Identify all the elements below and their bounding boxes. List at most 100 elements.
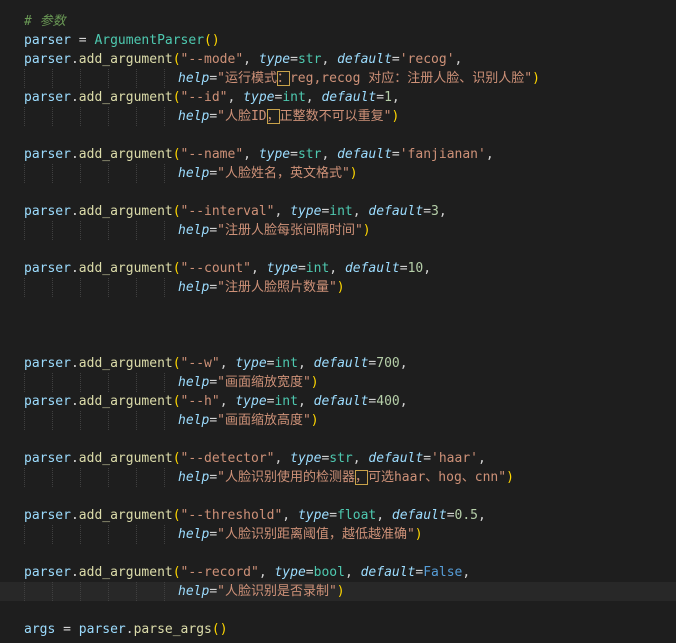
code-token: parser bbox=[78, 622, 126, 637]
code-line[interactable]: help="人脸ID，正整数不可以重复") bbox=[0, 107, 676, 126]
code-line[interactable]: parser.add_argument("--name", type=str, … bbox=[0, 145, 676, 164]
code-line[interactable]: help="人脸识别使用的检测器，可选haar、hog、cnn") bbox=[0, 468, 676, 487]
code-token: ( bbox=[172, 565, 181, 580]
code-token: 700 bbox=[376, 356, 400, 371]
indent-guide bbox=[164, 69, 165, 88]
code-token: , bbox=[297, 394, 314, 409]
code-line[interactable] bbox=[0, 430, 676, 449]
code-line[interactable] bbox=[0, 335, 676, 354]
code-line[interactable]: help="人脸识别距离阈值，越低越准确") bbox=[0, 525, 676, 544]
code-token: , bbox=[344, 565, 361, 580]
code-line[interactable] bbox=[0, 126, 676, 145]
code-token: type bbox=[274, 565, 306, 580]
code-token: = bbox=[70, 33, 95, 48]
code-token: = bbox=[423, 451, 432, 466]
indent-guide bbox=[80, 373, 81, 392]
code-line[interactable] bbox=[0, 316, 676, 335]
code-editor[interactable]: # 参数 parser = ArgumentParser() parser.add_… bbox=[0, 0, 676, 643]
code-token: , bbox=[399, 394, 408, 409]
code-text: parser.add_argument("--interval", type = i… bbox=[24, 202, 447, 221]
code-line[interactable]: parser = ArgumentParser() bbox=[0, 31, 676, 50]
code-token: , bbox=[305, 90, 322, 105]
indent-guide bbox=[136, 278, 137, 297]
code-line[interactable]: help="人脸识别是否录制") bbox=[0, 582, 676, 601]
indent-guide bbox=[164, 373, 165, 392]
code-token: help bbox=[178, 470, 210, 485]
code-line[interactable] bbox=[0, 544, 676, 563]
code-token: = bbox=[399, 261, 408, 276]
code-token: default bbox=[313, 356, 369, 371]
indent-guide bbox=[52, 468, 53, 487]
code-token: 可选haar、hog、cnn" bbox=[367, 470, 507, 485]
code-token: . bbox=[70, 261, 79, 276]
code-token: , bbox=[282, 508, 298, 523]
code-token: type bbox=[235, 394, 267, 409]
code-line[interactable]: args = parser.parse_args() bbox=[0, 620, 676, 639]
code-text: parser.add_argument("--mode", type=str, … bbox=[24, 50, 462, 69]
code-line[interactable]: parser.add_argument("--mode", type=str, … bbox=[0, 50, 676, 69]
code-token: , bbox=[227, 90, 244, 105]
code-line[interactable] bbox=[0, 601, 676, 620]
code-token: ( bbox=[172, 52, 181, 67]
code-line[interactable]: help="注册人脸每张间隔时间") bbox=[0, 221, 676, 240]
code-token: , bbox=[485, 147, 494, 162]
code-line[interactable]: help="注册人脸照片数量") bbox=[0, 278, 676, 297]
code-token: = bbox=[209, 413, 218, 428]
code-token: "人脸姓名，英文格式" bbox=[217, 166, 350, 181]
code-token: float bbox=[337, 508, 377, 523]
code-token: , bbox=[438, 204, 447, 219]
code-token: help bbox=[178, 413, 210, 428]
code-token: int bbox=[282, 90, 306, 105]
code-token: , bbox=[274, 451, 291, 466]
code-token: type bbox=[258, 147, 291, 162]
code-token: ) bbox=[506, 470, 514, 485]
code-token: ) bbox=[336, 584, 345, 599]
code-line[interactable]: parser.add_argument("--record", type=boo… bbox=[0, 563, 676, 582]
code-token: parse_args bbox=[133, 622, 212, 637]
code-token: "注册人脸照片数量" bbox=[217, 280, 337, 295]
code-line[interactable]: parser.add_argument("--id", type = int, de… bbox=[0, 88, 676, 107]
code-token: = bbox=[446, 508, 455, 523]
code-token: default bbox=[368, 204, 424, 219]
code-text: parser.add_argument("--id", type = int, de… bbox=[24, 88, 400, 107]
code-token: "--mode" bbox=[180, 52, 244, 67]
code-token: . bbox=[70, 52, 79, 67]
code-line[interactable] bbox=[0, 183, 676, 202]
indent-guide bbox=[24, 69, 25, 88]
code-token: default bbox=[337, 52, 392, 67]
indent-guide bbox=[80, 411, 81, 430]
code-line[interactable] bbox=[0, 240, 676, 259]
code-token: add_argument bbox=[78, 261, 173, 276]
indent-guide bbox=[24, 468, 25, 487]
code-token: str bbox=[329, 451, 353, 466]
code-line[interactable]: help="运行模式：reg,recog 对应：注册人脸、识别人脸") bbox=[0, 69, 676, 88]
code-token: = bbox=[423, 204, 432, 219]
indent-guide bbox=[24, 278, 25, 297]
code-token: help bbox=[178, 584, 210, 599]
code-token: reg,recog 对应：注册人脸、识别人脸" bbox=[289, 71, 533, 86]
code-line[interactable]: help="画面缩放宽度") bbox=[0, 373, 676, 392]
indent-guide bbox=[52, 69, 53, 88]
code-line[interactable] bbox=[0, 487, 676, 506]
code-token: parser bbox=[24, 508, 71, 523]
code-line[interactable]: parser.add_argument("--interval", type = i… bbox=[0, 202, 676, 221]
code-line[interactable] bbox=[0, 297, 676, 316]
code-line[interactable]: help="画面缩放高度") bbox=[0, 411, 676, 430]
code-line[interactable]: parser.add_argument("--w", type=int, def… bbox=[0, 354, 676, 373]
code-token: "--record" bbox=[180, 565, 259, 580]
code-token: add_argument bbox=[78, 147, 173, 162]
code-line[interactable]: parser.add_argument("--count", type=int,… bbox=[0, 259, 676, 278]
code-token: . bbox=[70, 356, 79, 371]
code-line[interactable]: parser.add_argument("--detector", type = s… bbox=[0, 449, 676, 468]
code-token: default bbox=[368, 451, 424, 466]
code-line[interactable]: # 参数 bbox=[0, 12, 676, 31]
code-token: parser bbox=[24, 394, 71, 409]
code-line[interactable]: parser.add_argument("--h", type=int, def… bbox=[0, 392, 676, 411]
code-text: help="注册人脸每张间隔时间") bbox=[178, 221, 371, 240]
code-token: ( bbox=[172, 451, 181, 466]
code-line[interactable]: parser.add_argument("--threshold", type=… bbox=[0, 506, 676, 525]
code-line[interactable]: help="人脸姓名，英文格式") bbox=[0, 164, 676, 183]
code-token: "--interval" bbox=[180, 204, 275, 219]
code-token: 'recog' bbox=[399, 52, 455, 67]
code-token: add_argument bbox=[78, 204, 173, 219]
